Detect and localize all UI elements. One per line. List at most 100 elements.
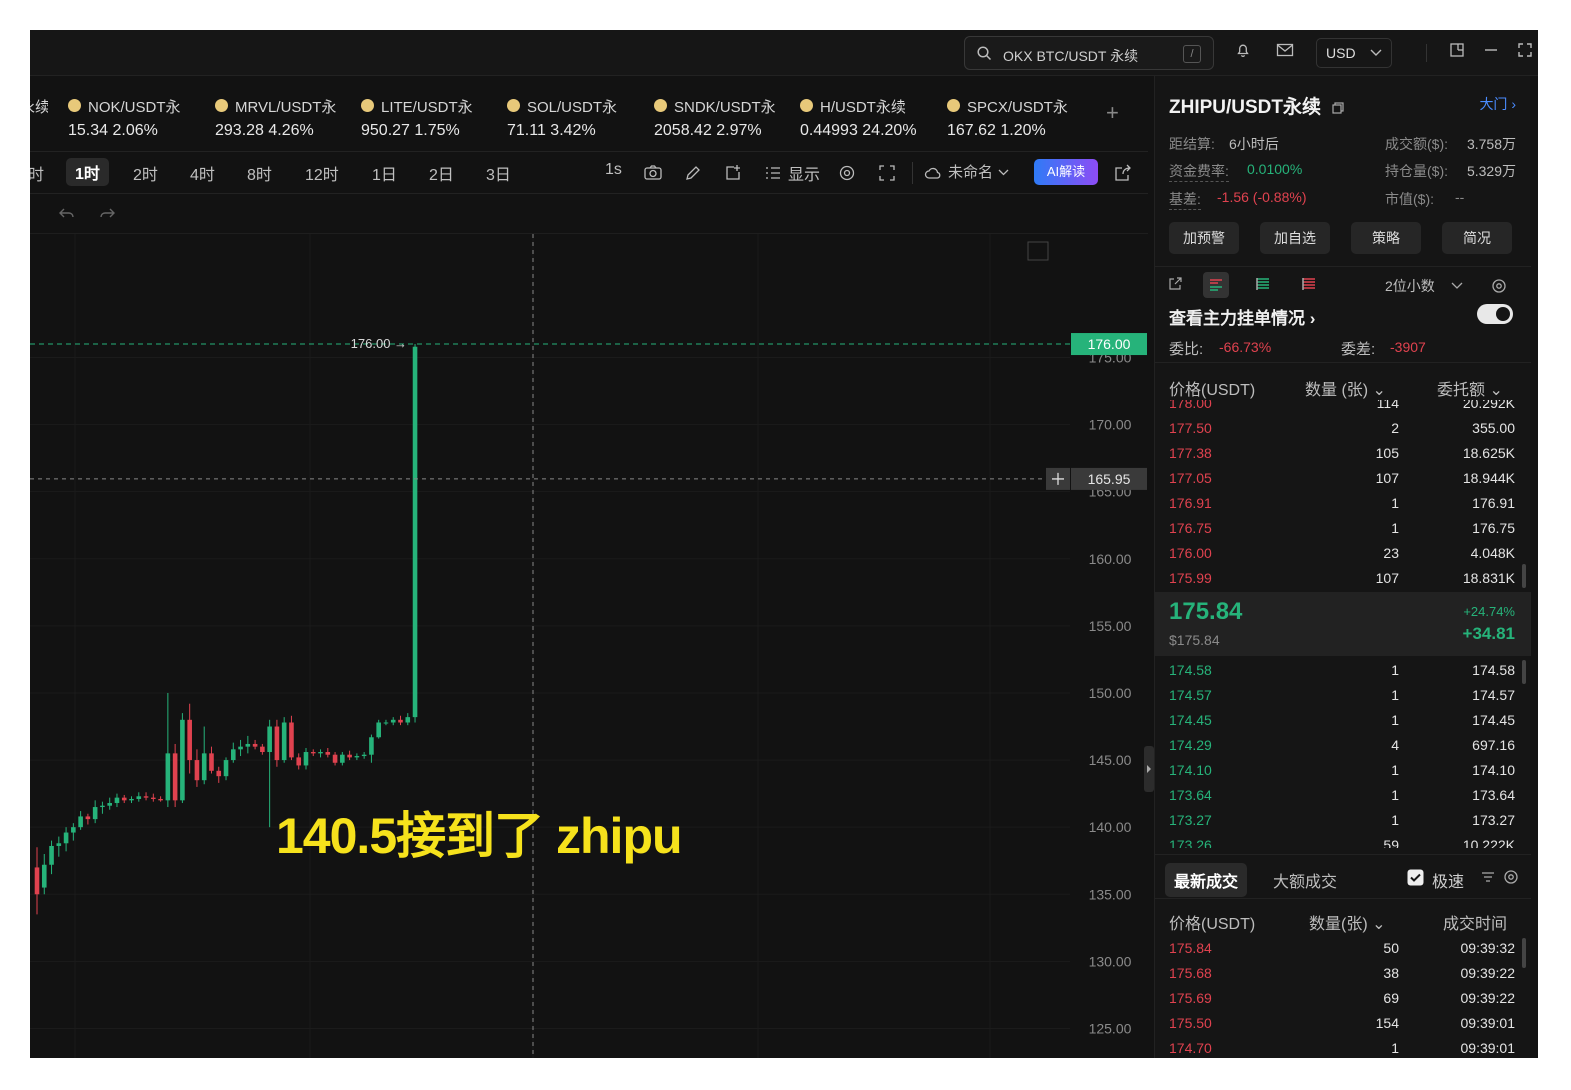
orderbook-bids-view-icon[interactable] [1253, 276, 1273, 296]
coin-icon [68, 99, 81, 112]
display-menu[interactable]: 显示 [788, 161, 820, 185]
timeframe-option[interactable]: 时 [30, 161, 44, 185]
decimals-select[interactable]: 2位小数 [1385, 276, 1435, 296]
candle [143, 792, 149, 801]
tab-large-trades[interactable]: 大额成交 [1273, 868, 1337, 892]
price-chart[interactable]: 175.00170.00165.00160.00155.00150.00145.… [30, 234, 1148, 1058]
search-input[interactable]: OKX BTC/USDT 永续 [1003, 46, 1138, 66]
undo-icon[interactable] [58, 206, 76, 222]
ticker-item[interactable]: LITE/USDT永 950.27 1.75% [353, 92, 498, 142]
orderbook-row[interactable]: 173.26 59 10.222K [1169, 833, 1515, 848]
filter-icon[interactable] [1481, 871, 1495, 883]
orderbook-row[interactable]: 176.91 1 176.91 [1169, 491, 1515, 516]
timeframe-option[interactable]: 3日 [486, 161, 511, 185]
orderbook-row[interactable]: 177.38 105 18.625K [1169, 441, 1515, 466]
orderbook-row[interactable]: 173.64 1 173.64 [1169, 783, 1515, 808]
timeframe-option[interactable]: 1日 [372, 161, 397, 185]
ai-interpret-button[interactable]: AI解读 [1034, 159, 1098, 185]
orderbook-both-view-icon[interactable] [1203, 272, 1229, 298]
orderbook-row[interactable]: 174.45 1 174.45 [1169, 708, 1515, 733]
orderbook-row[interactable]: 174.57 1 174.57 [1169, 683, 1515, 708]
trades-scrollbar[interactable] [1522, 938, 1526, 968]
candle [129, 796, 134, 804]
interval-select[interactable]: 1s [605, 161, 622, 179]
trade-row[interactable]: 175.68 38 09:39:22 [1169, 961, 1515, 986]
add-indicator-icon[interactable] [724, 164, 742, 182]
redo-icon[interactable] [98, 206, 116, 222]
orderbook-row[interactable]: 174.58 1 174.58 [1169, 658, 1515, 683]
fullscreen-icon[interactable] [1514, 42, 1536, 64]
trades-header-qty[interactable]: 数量(张) ⌄ [1309, 910, 1386, 934]
candle [209, 746, 214, 774]
more-link[interactable]: 大门 › [1479, 94, 1516, 114]
ticker-item[interactable]: SOL/USDT永 71.11 3.42% [499, 92, 644, 142]
add-ticker-button[interactable]: + [1106, 100, 1119, 126]
candle-body [143, 796, 149, 798]
add-alert-button[interactable]: 加预警 [1169, 222, 1239, 254]
timeframe-option[interactable]: 2时 [133, 161, 158, 185]
checkbox-checked-icon[interactable] [1407, 869, 1424, 886]
tab-latest-trades[interactable]: 最新成交 [1165, 863, 1248, 897]
candle-body [223, 760, 229, 777]
settings-icon[interactable] [1503, 869, 1519, 885]
panel-collapse-handle[interactable] [1144, 746, 1154, 792]
orderbook-row[interactable]: 176.00 23 4.048K [1169, 541, 1515, 566]
trade-row[interactable]: 175.50 154 09:39:01 [1169, 1011, 1515, 1036]
orderbook-row[interactable]: 174.29 4 697.16 [1169, 733, 1515, 758]
ticker-item[interactable]: SNDK/USDT永 2058.42 2.97% [646, 92, 791, 142]
candle-body [325, 752, 331, 755]
orderbook-row[interactable]: 174.10 1 174.10 [1169, 758, 1515, 783]
search-box[interactable]: OKX BTC/USDT 永续 / [964, 36, 1214, 70]
main-orders-toggle[interactable] [1477, 304, 1513, 324]
popout-icon[interactable] [1165, 276, 1185, 296]
bell-icon[interactable] [1232, 42, 1254, 64]
camera-icon[interactable] [643, 164, 663, 182]
copy-icon[interactable] [1332, 102, 1344, 114]
share-icon[interactable] [1114, 164, 1132, 182]
main-orders-link[interactable]: 查看主力挂单情况 › [1169, 304, 1315, 329]
ticker-item[interactable]: NOK/USDT永 15.34 2.06% [60, 92, 205, 142]
window-layout-icon[interactable] [1446, 42, 1468, 64]
orderbook-row[interactable]: 178.00 114 20.292K [1169, 400, 1515, 416]
bids-scrollbar[interactable] [1522, 660, 1526, 684]
strategy-button[interactable]: 策略 [1351, 222, 1421, 254]
ticker-item[interactable]: SPCX/USDT永 167.62 1.20% [939, 92, 1084, 142]
row-quantity: 1 [1391, 712, 1399, 728]
expand-chart-icon[interactable] [879, 165, 895, 181]
timeframe-option[interactable]: 4时 [190, 161, 215, 185]
candle [289, 715, 294, 761]
orderbook-row[interactable]: 177.05 107 18.944K [1169, 466, 1515, 491]
orderbook-row[interactable]: 176.75 1 176.75 [1169, 516, 1515, 541]
ob-header-total[interactable]: 委托额 ⌄ [1437, 376, 1503, 400]
currency-select[interactable]: USD [1316, 38, 1392, 68]
pencil-icon[interactable] [684, 164, 702, 182]
orderbook-row[interactable]: 175.99 107 18.831K [1169, 566, 1515, 591]
timeframe-option[interactable]: 12时 [305, 161, 339, 185]
trades-list: 175.84 50 09:39:32 175.68 38 09:39:22 175.69 69… [1155, 934, 1531, 1058]
ticker-item[interactable]: 永续 [30, 92, 50, 142]
candle [332, 752, 338, 766]
orderbook-row[interactable]: 173.27 1 173.27 [1169, 808, 1515, 833]
mail-icon[interactable] [1274, 42, 1296, 64]
add-watchlist-button[interactable]: 加自选 [1260, 222, 1330, 254]
ticker-item[interactable]: MRVL/USDT永 293.28 4.26% [207, 92, 352, 142]
settings-icon[interactable] [838, 164, 856, 182]
layout-name-select[interactable]: 未命名 [948, 161, 993, 182]
minimize-icon[interactable] [1480, 42, 1502, 64]
ticker-item[interactable]: H/USDT永续 0.44993 24.20% [792, 92, 937, 142]
candle-body [230, 749, 236, 761]
trade-row[interactable]: 174.70 1 09:39:01 [1169, 1036, 1515, 1058]
ob-header-qty[interactable]: 数量 (张) ⌄ [1305, 376, 1386, 400]
row-total: 697.16 [1472, 737, 1515, 753]
timeframe-option-active[interactable]: 1时 [66, 158, 109, 186]
trade-row[interactable]: 175.84 50 09:39:32 [1169, 936, 1515, 961]
row-price: 176.91 [1169, 495, 1212, 511]
timeframe-option[interactable]: 2日 [429, 161, 454, 185]
asks-scrollbar[interactable] [1522, 564, 1526, 588]
orderbook-asks-view-icon[interactable] [1299, 276, 1319, 296]
settings-icon[interactable] [1491, 278, 1507, 294]
overview-button[interactable]: 简况 [1442, 222, 1512, 254]
timeframe-option[interactable]: 8时 [247, 161, 272, 185]
trade-row[interactable]: 175.69 69 09:39:22 [1169, 986, 1515, 1011]
orderbook-row[interactable]: 177.50 2 355.00 [1169, 416, 1515, 441]
